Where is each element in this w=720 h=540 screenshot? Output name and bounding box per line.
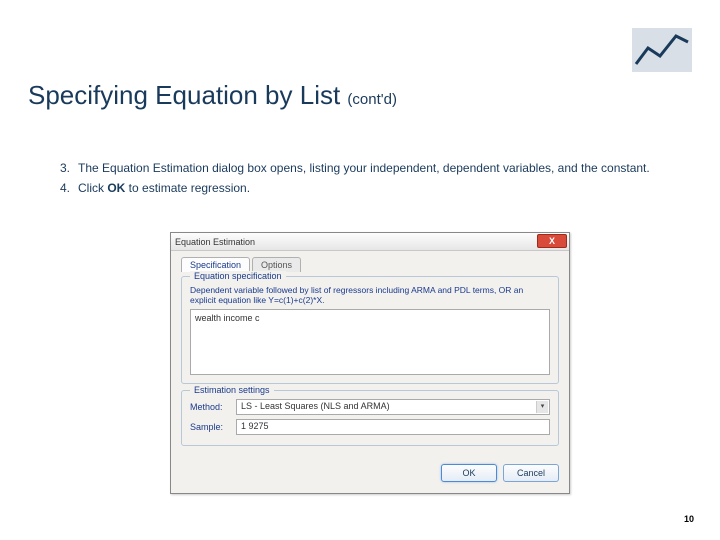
tab-options[interactable]: Options	[252, 257, 301, 272]
logo	[632, 28, 692, 72]
ok-button[interactable]: OK	[441, 464, 497, 482]
estimation-settings-legend: Estimation settings	[190, 385, 274, 395]
dialog-title: Equation Estimation	[175, 237, 255, 247]
ok-bold: OK	[107, 181, 125, 195]
equation-estimation-dialog: Equation Estimation X Specification Opti…	[170, 232, 570, 494]
tab-specification[interactable]: Specification	[181, 257, 250, 272]
dialog-tabs: Specification Options	[181, 257, 559, 272]
equation-spec-legend: Equation specification	[190, 271, 286, 281]
equation-spec-group: Equation specification Dependent variabl…	[181, 276, 559, 384]
sample-label: Sample:	[190, 422, 230, 432]
method-label: Method:	[190, 402, 230, 412]
step-text: Click OK to estimate regression.	[78, 181, 250, 195]
step-3: 3. The Equation Estimation dialog box op…	[60, 160, 680, 176]
cancel-button[interactable]: Cancel	[503, 464, 559, 482]
dialog-body: Specification Options Equation specifica…	[171, 251, 569, 458]
sample-input[interactable]: 1 9275	[236, 419, 550, 435]
title-sub: (cont'd)	[347, 91, 397, 108]
content: 3. The Equation Estimation dialog box op…	[60, 160, 680, 200]
sample-value: 1 9275	[241, 421, 269, 431]
method-select[interactable]: LS - Least Squares (NLS and ARMA) ▾	[236, 399, 550, 415]
dialog-button-row: OK Cancel	[171, 458, 569, 488]
close-button[interactable]: X	[537, 234, 567, 248]
step-4: 4. Click OK to estimate regression.	[60, 180, 680, 196]
estimation-settings-group: Estimation settings Method: LS - Least S…	[181, 390, 559, 446]
equation-spec-hint: Dependent variable followed by list of r…	[190, 285, 550, 305]
page-number: 10	[684, 514, 694, 524]
dialog-titlebar: Equation Estimation X	[171, 233, 569, 251]
method-value: LS - Least Squares (NLS and ARMA)	[241, 401, 390, 411]
step-text: The Equation Estimation dialog box opens…	[78, 161, 650, 175]
page-title: Specifying Equation by List (cont'd)	[28, 80, 397, 111]
step-number: 3.	[60, 160, 70, 176]
title-main: Specifying Equation by List	[28, 80, 347, 110]
step-number: 4.	[60, 180, 70, 196]
chevron-down-icon: ▾	[536, 401, 548, 413]
equation-input[interactable]	[190, 309, 550, 375]
